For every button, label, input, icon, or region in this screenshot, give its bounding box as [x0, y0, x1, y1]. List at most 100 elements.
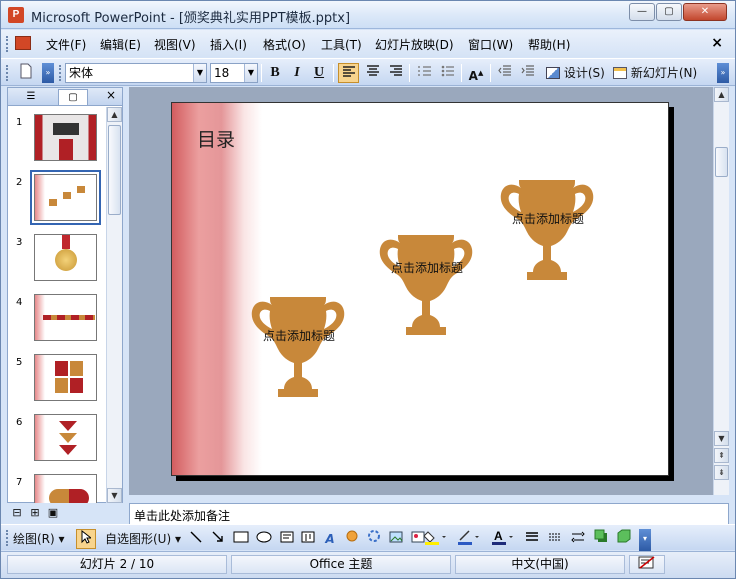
slide-thumbnail-5[interactable]: 5	[8, 353, 106, 409]
separator	[461, 64, 462, 82]
powerpoint-icon[interactable]: P	[8, 7, 24, 23]
oval-tool-icon[interactable]	[254, 529, 274, 549]
toolbar-grip-icon-2[interactable]	[59, 65, 62, 81]
underline-button[interactable]: U	[309, 63, 329, 83]
slide-thumbnail-6[interactable]: 6	[8, 413, 106, 469]
slide-thumbnail-7[interactable]: 7	[8, 473, 106, 503]
font-name-combo[interactable]: 宋体 ▼	[65, 63, 207, 83]
menu-edit[interactable]: 编辑(E)	[100, 36, 141, 53]
slide-scrollbar[interactable]: ▲ ▼ ⇞ ⇟	[713, 87, 729, 495]
window-title: Microsoft PowerPoint - [颁奖典礼实用PPT模板.pptx…	[31, 11, 351, 26]
normal-view-icon[interactable]: ⊟	[9, 503, 25, 523]
close-button[interactable]: ✕	[683, 3, 727, 21]
scroll-thumb[interactable]	[108, 125, 121, 215]
wordart-icon[interactable]: A	[321, 529, 339, 549]
toolbar-options-icon[interactable]: »	[42, 63, 54, 83]
clipart-icon[interactable]	[365, 529, 383, 549]
shadow-style-icon[interactable]	[592, 529, 610, 549]
slide[interactable]: 目录 点击添加标题 点击添加标题 点击添加标题	[171, 102, 669, 476]
slideshow-view-icon[interactable]: ▣	[45, 503, 61, 523]
scroll-up-icon[interactable]: ▲	[714, 87, 729, 102]
menu-file[interactable]: 文件(F)	[46, 36, 86, 53]
textbox-tool-icon[interactable]	[278, 529, 296, 549]
slide-title[interactable]: 目录	[197, 125, 235, 152]
menu-format[interactable]: 格式(O)	[263, 36, 306, 53]
vertical-textbox-icon[interactable]	[299, 529, 317, 549]
minimize-button[interactable]: —	[629, 3, 655, 21]
toolbar-options-icon-2[interactable]: »	[717, 63, 729, 83]
slide-thumbnail-2[interactable]: 2	[8, 170, 106, 229]
autoshapes-menu-button[interactable]: 自选图形(U) ▾	[105, 529, 185, 549]
new-slide-label: 新幻灯片(N)	[630, 66, 698, 80]
notes-placeholder[interactable]: 单击此处添加备注	[134, 507, 230, 524]
3d-style-icon[interactable]	[615, 529, 633, 549]
menu-insert[interactable]: 插入(I)	[210, 36, 247, 53]
slide-thumbnail-list: 1 2 3 4 5 6 7	[8, 107, 106, 503]
scroll-down-icon[interactable]: ▼	[107, 488, 122, 503]
document-close-icon[interactable]: ×	[711, 35, 723, 51]
tab-outline[interactable]: ☰	[16, 89, 46, 105]
increase-indent-button[interactable]	[518, 63, 538, 83]
slide-sorter-icon[interactable]: ⊞	[27, 503, 43, 523]
trophy-icon-1[interactable]	[250, 295, 346, 401]
fill-color-icon[interactable]	[422, 529, 448, 549]
line-color-icon[interactable]	[455, 529, 483, 549]
trophy-label-1[interactable]: 点击添加标题	[263, 327, 335, 344]
toolbar-grip-icon[interactable]	[6, 65, 9, 81]
restore-button[interactable]: ▢	[656, 3, 682, 21]
menu-slideshow[interactable]: 幻灯片放映(D)	[375, 36, 454, 53]
menubar-grip-icon[interactable]	[6, 36, 9, 52]
slide-thumbnail-3[interactable]: 3	[8, 233, 106, 289]
font-color-icon[interactable]: A	[489, 529, 517, 549]
align-center-button[interactable]	[362, 63, 383, 83]
design-button[interactable]: 设计(S)	[546, 63, 606, 83]
italic-button[interactable]: I	[287, 63, 307, 83]
align-left-button[interactable]	[338, 63, 359, 83]
font-size-combo[interactable]: 18 ▼	[210, 63, 258, 83]
new-file-icon[interactable]	[15, 63, 37, 83]
pane-close-icon[interactable]: ×	[106, 88, 116, 102]
drawbar-options-icon[interactable]: ▾	[639, 529, 651, 551]
trophy-label-2[interactable]: 点击添加标题	[391, 259, 463, 276]
tab-slides[interactable]: ▢	[58, 89, 88, 105]
previous-slide-icon[interactable]: ⇞	[714, 448, 729, 463]
next-slide-icon[interactable]: ⇟	[714, 465, 729, 480]
document-icon[interactable]	[15, 36, 31, 50]
draw-menu-button[interactable]: 绘图(R) ▾	[13, 529, 73, 549]
dash-style-icon[interactable]	[546, 529, 564, 549]
drawbar-grip-icon[interactable]	[6, 530, 9, 546]
decrease-indent-button[interactable]	[495, 63, 515, 83]
bold-button[interactable]: B	[265, 63, 285, 83]
line-tool-icon[interactable]	[187, 529, 205, 549]
chevron-down-icon[interactable]: ▼	[244, 64, 257, 82]
chevron-down-icon[interactable]: ▼	[193, 64, 206, 82]
increase-font-icon[interactable]: A▲	[466, 63, 486, 83]
slides-pane-scrollbar[interactable]: ▲ ▼	[106, 107, 122, 503]
scroll-down-icon[interactable]: ▼	[714, 431, 729, 446]
menu-tools[interactable]: 工具(T)	[321, 36, 362, 53]
scroll-up-icon[interactable]: ▲	[107, 107, 122, 122]
line-style-icon[interactable]	[523, 529, 541, 549]
arrow-style-icon[interactable]	[569, 529, 587, 549]
slide-thumbnail-4[interactable]: 4	[8, 293, 106, 349]
trophy-label-3[interactable]: 点击添加标题	[512, 210, 584, 227]
trophy-icon-3[interactable]	[499, 178, 595, 284]
diagram-icon[interactable]	[343, 529, 361, 549]
arrow-tool-icon[interactable]	[209, 529, 227, 549]
new-slide-button[interactable]: 新幻灯片(N)	[613, 63, 701, 83]
bullet-list-button[interactable]	[437, 63, 458, 83]
align-center-icon	[366, 65, 379, 76]
align-right-button[interactable]	[385, 63, 406, 83]
trophy-icon-2[interactable]	[378, 233, 474, 339]
picture-icon[interactable]	[387, 529, 405, 549]
numbered-list-button[interactable]	[414, 63, 435, 83]
notes-pane[interactable]: 单击此处添加备注	[129, 503, 729, 525]
scroll-thumb[interactable]	[715, 147, 728, 177]
select-pointer-icon[interactable]	[76, 529, 96, 549]
menu-help[interactable]: 帮助(H)	[528, 36, 570, 53]
spell-check-icon[interactable]	[629, 555, 665, 574]
slide-thumbnail-1[interactable]: 1	[8, 113, 106, 169]
menu-window[interactable]: 窗口(W)	[468, 36, 513, 53]
rectangle-tool-icon[interactable]	[231, 529, 251, 549]
menu-view[interactable]: 视图(V)	[154, 36, 196, 53]
